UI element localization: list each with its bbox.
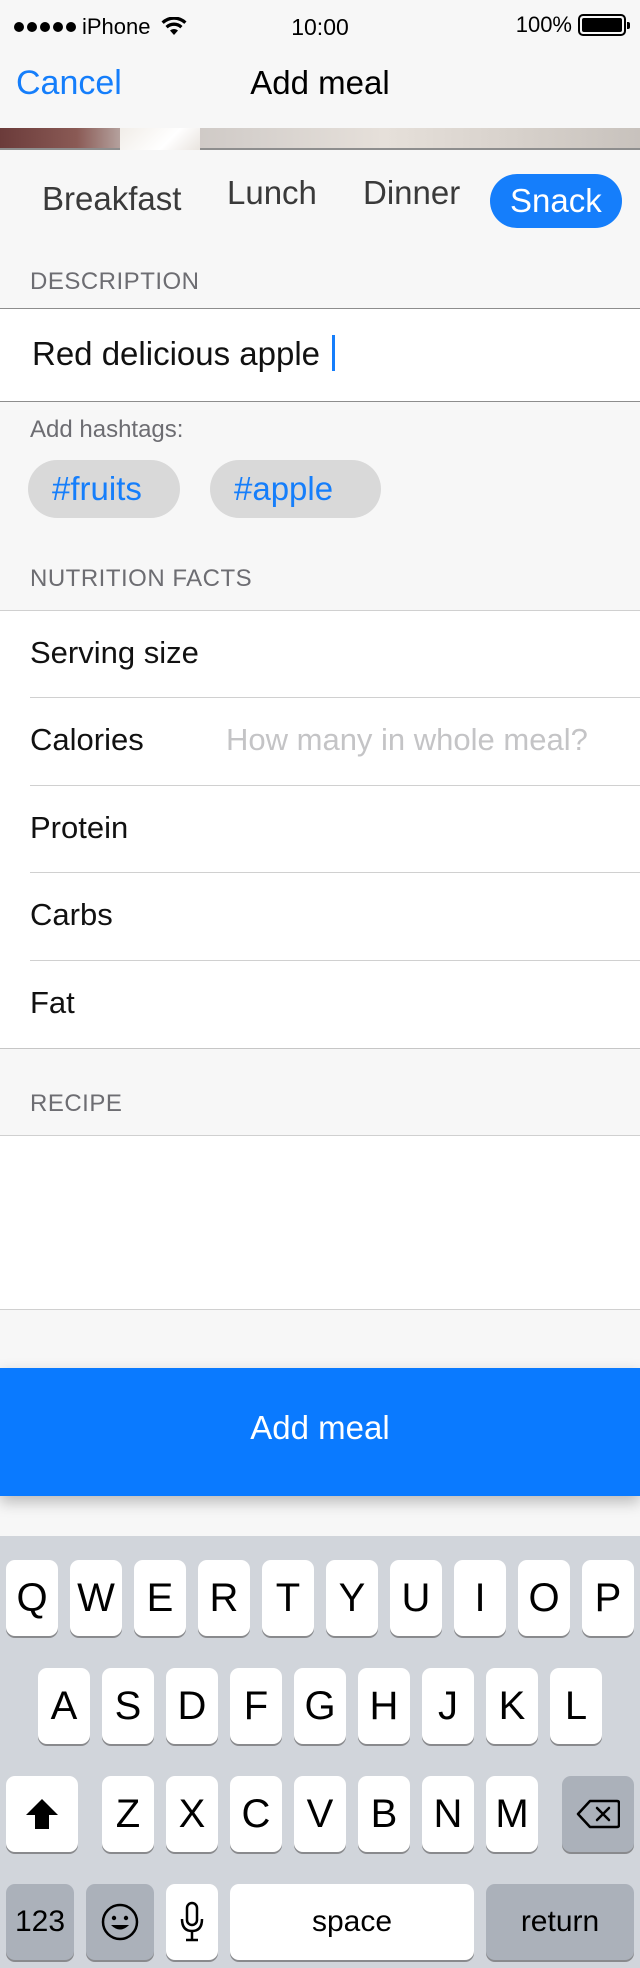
recipe-header: RECIPE xyxy=(30,1090,123,1117)
recipe-field[interactable] xyxy=(0,1135,640,1310)
calories-field[interactable] xyxy=(226,714,636,767)
description-value: Red delicious apple xyxy=(32,335,321,372)
key-q[interactable]: Q xyxy=(6,1560,58,1636)
fat-label: Fat xyxy=(30,984,75,1020)
emoji-key[interactable] xyxy=(86,1884,154,1960)
key-c[interactable]: C xyxy=(230,1776,282,1852)
key-t[interactable]: T xyxy=(262,1560,314,1636)
nutrition-list: Serving size Calories Protein Carbs Fat xyxy=(0,610,640,1049)
backspace-icon xyxy=(576,1799,621,1829)
navigation-bar: Cancel Add meal xyxy=(0,52,640,132)
key-v[interactable]: V xyxy=(294,1776,346,1852)
key-p[interactable]: P xyxy=(582,1560,634,1636)
page-title: Add meal xyxy=(250,64,390,101)
fat-field[interactable] xyxy=(226,976,636,1029)
key-r[interactable]: R xyxy=(198,1560,250,1636)
carbs-field[interactable] xyxy=(226,889,636,942)
description-header: DESCRIPTION xyxy=(30,268,200,295)
description-field[interactable]: Red delicious apple xyxy=(0,308,640,402)
key-h[interactable]: H xyxy=(358,1668,410,1744)
key-f[interactable]: F xyxy=(230,1668,282,1744)
battery-percent: 100% xyxy=(515,12,572,37)
nutrition-row-serving-size: Serving size xyxy=(30,611,640,699)
key-d[interactable]: D xyxy=(166,1668,218,1744)
key-s[interactable]: S xyxy=(102,1668,154,1744)
key-x[interactable]: X xyxy=(166,1776,218,1852)
shift-key[interactable] xyxy=(6,1776,78,1852)
nutrition-row-carbs: Carbs xyxy=(30,873,640,961)
text-cursor xyxy=(332,335,336,371)
status-right: 100% xyxy=(515,12,630,38)
nutrition-row-calories: Calories xyxy=(30,698,640,786)
key-l[interactable]: L xyxy=(550,1668,602,1744)
key-e[interactable]: E xyxy=(134,1560,186,1636)
calories-label: Calories xyxy=(30,722,144,758)
numbers-key[interactable]: 123 xyxy=(6,1884,74,1960)
key-z[interactable]: Z xyxy=(102,1776,154,1852)
nutrition-facts-header: NUTRITION FACTS xyxy=(30,565,253,592)
description-input[interactable]: Red delicious apple xyxy=(32,335,336,373)
key-m[interactable]: M xyxy=(486,1776,538,1852)
protein-label: Protein xyxy=(30,809,129,845)
hashtag-chip-apple[interactable]: #apple xyxy=(210,460,381,518)
key-b[interactable]: B xyxy=(358,1776,410,1852)
meal-type-selector: Breakfast Lunch Dinner Snack xyxy=(0,152,640,250)
key-w[interactable]: W xyxy=(70,1560,122,1636)
space-key[interactable]: space xyxy=(230,1884,474,1960)
key-i[interactable]: I xyxy=(454,1560,506,1636)
key-u[interactable]: U xyxy=(390,1560,442,1636)
key-k[interactable]: K xyxy=(486,1668,538,1744)
emoji-icon xyxy=(101,1903,139,1941)
key-j[interactable]: J xyxy=(422,1668,474,1744)
key-a[interactable]: A xyxy=(38,1668,90,1744)
key-o[interactable]: O xyxy=(518,1560,570,1636)
meal-type-breakfast[interactable]: Breakfast xyxy=(42,180,181,218)
meal-type-lunch[interactable]: Lunch xyxy=(227,174,317,212)
meal-type-snack[interactable]: Snack xyxy=(490,174,622,228)
meal-type-dinner[interactable]: Dinner xyxy=(363,174,460,212)
add-meal-button[interactable]: Add meal xyxy=(0,1368,640,1496)
backspace-key[interactable] xyxy=(562,1776,634,1852)
nutrition-row-protein: Protein xyxy=(30,786,640,874)
return-key[interactable]: return xyxy=(486,1884,634,1960)
key-y[interactable]: Y xyxy=(326,1560,378,1636)
protein-field[interactable] xyxy=(226,801,636,854)
keyboard: Q W E R T Y U I O P A S D F G H J K L Z … xyxy=(0,1536,640,1968)
hashtag-chip-fruits[interactable]: #fruits xyxy=(28,460,180,518)
key-n[interactable]: N xyxy=(422,1776,474,1852)
microphone-icon xyxy=(180,1901,204,1942)
carbs-label: Carbs xyxy=(30,897,113,933)
battery-icon xyxy=(578,14,630,36)
serving-size-field[interactable] xyxy=(226,627,636,679)
status-bar: iPhone 10:00 100% xyxy=(0,0,640,52)
microphone-key[interactable] xyxy=(166,1884,218,1960)
serving-size-label: Serving size xyxy=(30,635,199,670)
meal-photo xyxy=(0,128,640,150)
key-g[interactable]: G xyxy=(294,1668,346,1744)
hashtags-label: Add hashtags: xyxy=(30,416,184,443)
nutrition-row-fat: Fat xyxy=(30,961,640,1048)
shift-icon xyxy=(26,1799,58,1829)
